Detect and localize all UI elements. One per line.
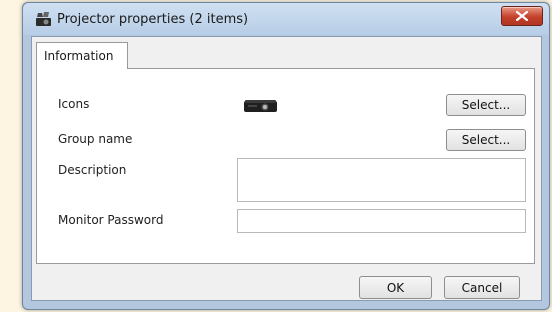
information-panel: Icons Select... Group name Select... Des… (36, 68, 535, 264)
projector-icon (244, 98, 278, 117)
title-bar[interactable]: Projector properties (2 items) (23, 3, 549, 35)
cancel-button[interactable]: Cancel (444, 276, 520, 299)
close-icon (516, 11, 528, 21)
properties-dialog: Projector properties (2 items) Informati… (22, 2, 550, 310)
description-label: Description (58, 163, 127, 177)
window-title: Projector properties (2 items) (57, 12, 249, 27)
group-name-label: Group name (58, 132, 133, 146)
tab-information[interactable]: Information (36, 42, 128, 69)
group-select-button[interactable]: Select... (446, 129, 526, 151)
close-button[interactable] (501, 6, 543, 26)
icons-label: Icons (58, 97, 90, 111)
projector-app-icon (35, 12, 52, 27)
ok-button[interactable]: OK (359, 276, 432, 299)
dialog-body: Information Icons Select... Group name S… (31, 36, 542, 301)
icons-select-button[interactable]: Select... (446, 94, 526, 116)
monitor-password-label: Monitor Password (58, 213, 164, 227)
description-field[interactable] (237, 158, 526, 202)
monitor-password-field[interactable] (237, 209, 526, 233)
